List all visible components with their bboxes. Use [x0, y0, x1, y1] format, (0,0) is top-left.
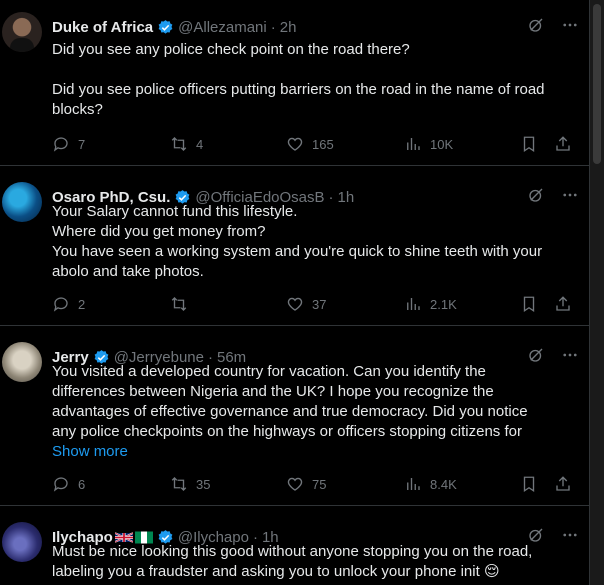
like-button[interactable]: 165 [286, 135, 404, 153]
reply-count: 2 [78, 296, 86, 312]
bookmark-icon [523, 476, 535, 493]
share-button[interactable] [554, 135, 572, 153]
view-count: 10K [430, 136, 454, 152]
reply-button[interactable]: 7 [52, 135, 170, 153]
tweet-line: labeling you a fraudster and asking you … [52, 563, 500, 580]
author-handle[interactable]: @Allezamani [178, 19, 267, 36]
timeline-feed: Duke of Africa @Allezamani · 2h Did you … [0, 0, 590, 585]
retweet-count: 35 [196, 476, 211, 492]
avatar[interactable] [2, 12, 42, 52]
separator-dot: · [270, 18, 276, 36]
scrollbar-thumb[interactable] [593, 4, 601, 164]
tweet-line: blocks? [52, 101, 103, 118]
like-count: 37 [312, 296, 327, 312]
views-icon [407, 478, 420, 490]
views-button[interactable]: 10K [404, 135, 520, 153]
tweet-text: Must be nice looking this good without a… [52, 542, 577, 582]
share-button[interactable] [554, 295, 572, 313]
tweet-line: You have seen a working system and you'r… [52, 243, 543, 260]
tweet-card[interactable]: Duke of Africa @Allezamani · 2h Did you … [0, 0, 589, 166]
bookmark-button[interactable] [520, 475, 554, 493]
verified-badge-icon [158, 19, 173, 34]
tweet-line: advantages of effective governance and t… [52, 403, 528, 420]
views-icon [407, 298, 420, 310]
tweet-line: abolo and take photos. [52, 263, 204, 280]
view-count: 8.4K [430, 476, 457, 492]
reply-count: 7 [78, 136, 86, 152]
tweet-card[interactable]: Osaro PhD, Csu. @OfficiaEdoOsasB · 1h Yo… [0, 166, 589, 326]
tweet-actions: 7 4 165 10K [52, 134, 579, 154]
view-count: 2.1K [430, 296, 457, 312]
tweet-line: You visited a developed country for vaca… [52, 363, 486, 380]
share-icon [556, 296, 570, 311]
retweet-button[interactable]: 4 [170, 135, 286, 153]
views-button[interactable]: 2.1K [404, 295, 520, 313]
retweet-button[interactable]: 35 [170, 475, 286, 493]
retweet-icon [171, 297, 187, 311]
reply-icon [53, 297, 68, 312]
scrollbar[interactable] [590, 0, 604, 585]
tweet-text: Your Salary cannot fund this lifestyle. … [52, 202, 577, 282]
like-button[interactable]: 37 [286, 295, 404, 313]
share-button[interactable] [554, 475, 572, 493]
bookmark-button[interactable] [520, 295, 554, 313]
tweet-text: You visited a developed country for vaca… [52, 362, 577, 462]
grok-icon[interactable] [527, 16, 545, 34]
tweet-line: any police checkpoints on the highways o… [52, 423, 522, 440]
bookmark-button[interactable] [520, 135, 554, 153]
share-icon [556, 476, 570, 491]
tweet-text: Did you see any police check point on th… [52, 40, 577, 120]
tweet-line [52, 60, 577, 80]
share-icon [556, 136, 570, 151]
reply-icon [53, 137, 68, 152]
tweet-line: differences between Nigeria and the UK? … [52, 383, 494, 400]
heart-icon [287, 297, 303, 311]
reply-icon [53, 477, 68, 492]
more-options-icon[interactable] [561, 16, 579, 34]
tweet-card[interactable]: Jerry @Jerryebune · 56m You visited a de… [0, 326, 589, 506]
avatar[interactable] [2, 342, 42, 382]
avatar[interactable] [2, 182, 42, 222]
tweet-time[interactable]: 2h [280, 19, 297, 36]
reply-button[interactable]: 6 [52, 475, 170, 493]
retweet-count: 4 [196, 136, 204, 152]
reply-count: 6 [78, 476, 86, 492]
tweet-line: Where did you get money from? [52, 223, 266, 240]
like-count: 75 [312, 476, 327, 492]
tweet-card[interactable]: Ilychapo @Ilychapo · 1h Must be nice loo… [0, 506, 589, 585]
views-button[interactable]: 8.4K [404, 475, 520, 493]
retweet-icon [171, 137, 187, 151]
reply-button[interactable]: 2 [52, 295, 170, 313]
tweet-line: Your Salary cannot fund this lifestyle. [52, 203, 298, 220]
like-button[interactable]: 75 [286, 475, 404, 493]
tweet-line: Did you see any police check point on th… [52, 41, 410, 58]
heart-icon [287, 137, 303, 151]
tweet-actions: 2 37 2.1K [52, 294, 579, 314]
tweet-header: Duke of Africa @Allezamani · 2h [52, 16, 579, 38]
tweet-actions: 6 35 75 8.4K [52, 474, 579, 494]
heart-icon [287, 477, 303, 491]
tweet-line: Did you see police officers putting barr… [52, 81, 545, 98]
avatar[interactable] [2, 522, 42, 562]
retweet-icon [171, 477, 187, 491]
show-more-link[interactable]: Show more [52, 443, 128, 460]
bookmark-icon [523, 296, 535, 313]
tweet-line: Must be nice looking this good without a… [52, 543, 533, 560]
views-icon [407, 138, 420, 150]
retweet-button[interactable] [170, 295, 286, 313]
bookmark-icon [523, 136, 535, 153]
author-name[interactable]: Duke of Africa [52, 19, 153, 36]
like-count: 165 [312, 136, 334, 152]
